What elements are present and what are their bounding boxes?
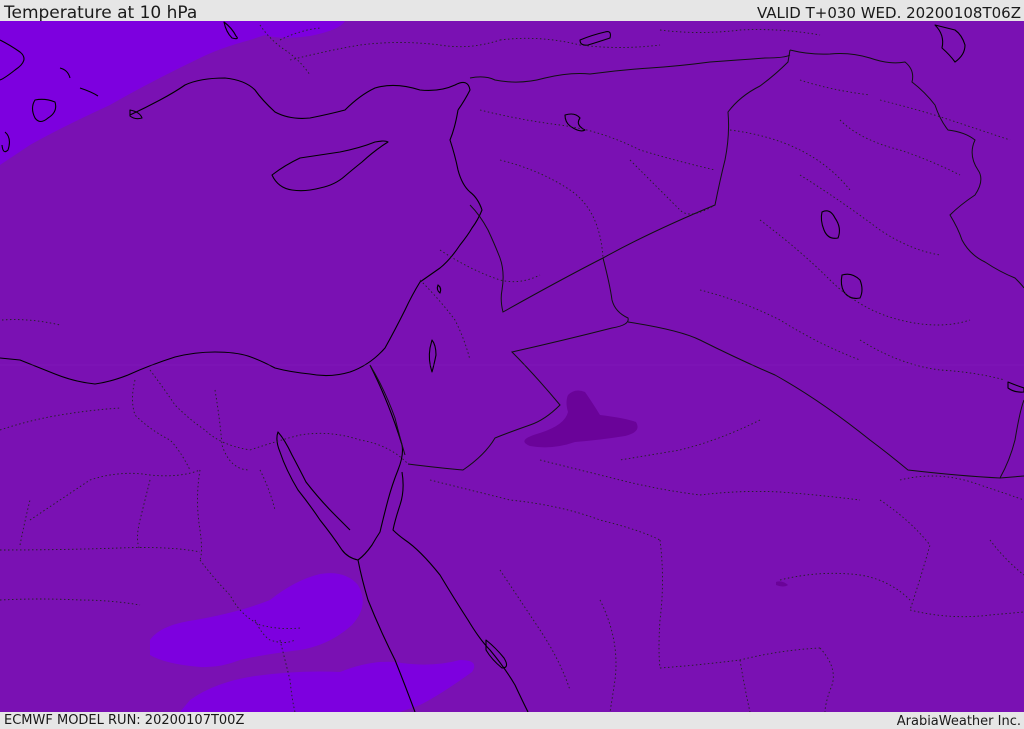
map-title: Temperature at 10 hPa <box>4 3 198 23</box>
weather-map <box>0 21 1024 712</box>
footer-bar: ECMWF MODEL RUN: 20200107T00Z ArabiaWeat… <box>0 712 1024 729</box>
header-bar: Temperature at 10 hPa VALID T+030 WED. 2… <box>0 0 1024 23</box>
credit-label: ArabiaWeather Inc. <box>896 714 1021 729</box>
model-run-label: ECMWF MODEL RUN: 20200107T00Z <box>4 713 245 728</box>
valid-time: VALID T+030 WED. 20200108T06Z <box>756 4 1021 22</box>
temperature-field <box>0 21 1024 712</box>
